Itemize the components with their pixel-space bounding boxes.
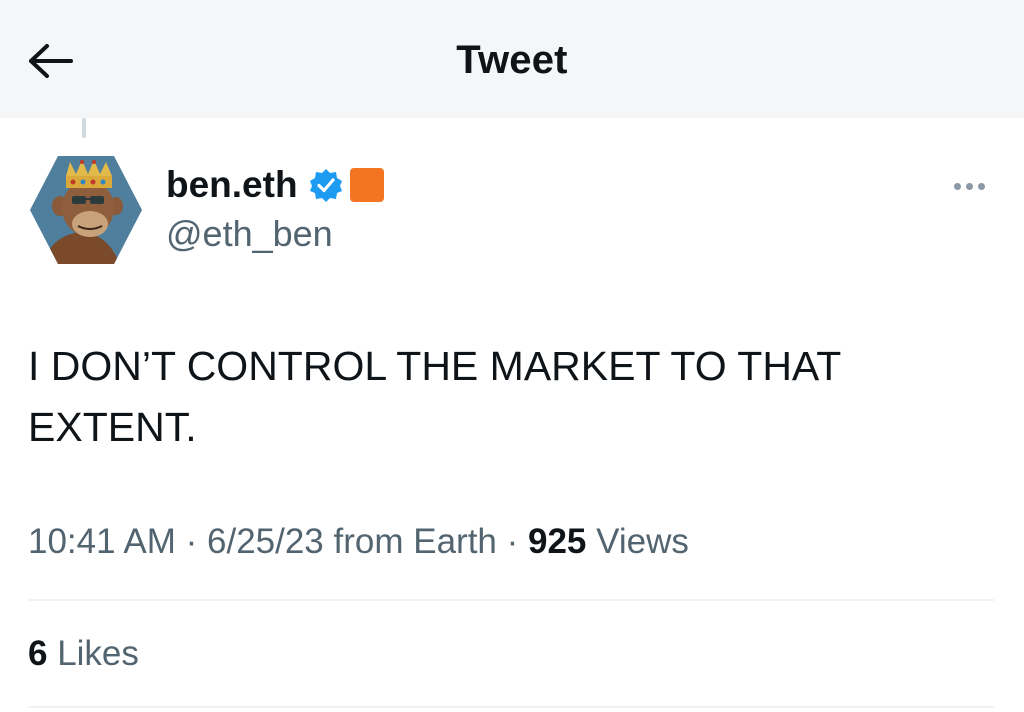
divider: [28, 599, 994, 601]
tweet-meta: 10:41 AM · 6/25/23 from Earth · 925 View…: [28, 522, 689, 562]
tweet-text: I DON’T CONTROL THE MARKET TO THAT EXTEN…: [28, 343, 841, 450]
affiliate-badge[interactable]: [349, 168, 384, 202]
likes-count: 6: [28, 634, 48, 673]
meta-separator: ·: [496, 522, 528, 561]
views-count[interactable]: 925: [528, 522, 586, 561]
tweet-date[interactable]: 6/25/23: [207, 522, 324, 561]
thread-connector-line: [82, 118, 86, 138]
author-name-row: ben.eth: [166, 160, 384, 210]
verified-badge-icon[interactable]: [308, 167, 344, 203]
more-options-icon-dot: [977, 182, 985, 190]
top-bar: Tweet: [0, 0, 1024, 118]
author-handle[interactable]: @eth_ben: [166, 213, 333, 255]
more-options-button[interactable]: [944, 168, 994, 204]
tweet-time[interactable]: 10:41 AM: [28, 522, 176, 561]
likes-stat[interactable]: 6 Likes: [28, 634, 139, 674]
author-display-name[interactable]: ben.eth: [166, 164, 298, 206]
page-title: Tweet: [456, 38, 568, 82]
likes-label: Likes: [47, 634, 139, 673]
views-label[interactable]: Views: [586, 522, 689, 561]
more-options-icon: [953, 182, 961, 190]
avatar[interactable]: [28, 154, 144, 266]
tweet-source: from Earth: [323, 522, 497, 561]
divider: [28, 706, 994, 708]
tweet-detail-screen: Tweet ben.eth @eth_ben I DON’T CONTROL T…: [0, 0, 1024, 712]
more-options-icon-dot: [965, 182, 973, 190]
meta-separator: ·: [175, 522, 207, 561]
